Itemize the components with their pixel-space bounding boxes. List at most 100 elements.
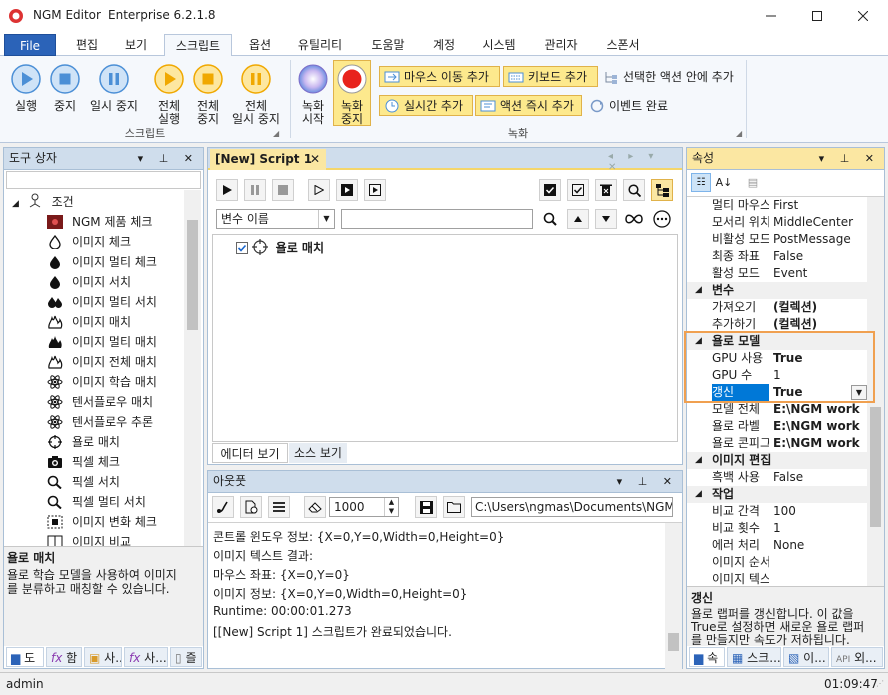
property-row[interactable]: 최종 좌표 False [687, 248, 873, 265]
property-row[interactable]: 활성 모드 Event [687, 265, 873, 282]
bottom-tab-user-functions[interactable]: fx 사... [124, 647, 168, 667]
property-row[interactable]: 추가하기 (컬렉션) [687, 316, 873, 333]
tab-utility[interactable]: 유틸리티 [288, 34, 352, 56]
bottom-tab-user[interactable]: ▣ 사... [84, 647, 122, 667]
tab-system[interactable]: 시스템 [474, 34, 524, 56]
tab-file[interactable]: File [4, 34, 56, 56]
panel-header-buttons[interactable]: ▾ ⊥ ✕ [617, 471, 678, 492]
tab-nav-arrows-icon[interactable]: ◂ ▸ ▾ ✕ [608, 151, 682, 173]
loop-button[interactable] [622, 209, 646, 229]
minimize-button[interactable] [748, 0, 794, 31]
run-all-button[interactable]: 전체 실행 [150, 62, 188, 126]
tab-options[interactable]: 옵션 [238, 34, 282, 56]
pause-script-button[interactable] [244, 179, 266, 201]
step-over-button[interactable] [364, 179, 386, 201]
output-scrollbar[interactable] [665, 523, 682, 669]
property-row[interactable]: 욜로 라벨 E:\NGM work [687, 418, 873, 435]
scrollbar-thumb[interactable] [187, 220, 198, 330]
checkbox-checked-icon[interactable] [236, 242, 248, 254]
line-count-stepper[interactable]: 1000 ▲ ▼ [329, 497, 399, 517]
categorized-view-button[interactable]: ☷ [691, 173, 711, 192]
property-row[interactable]: 가져오기 (컬렉션) [687, 299, 873, 316]
property-row[interactable]: 이미지 순서 [687, 554, 873, 571]
clear-capture-button[interactable] [212, 496, 234, 518]
tab-account[interactable]: 계정 [424, 34, 464, 56]
dialog-launcher-icon[interactable]: ◢ [736, 129, 742, 138]
bottom-tab-toolbox[interactable]: ▆ 도 [6, 647, 44, 667]
property-category[interactable]: ◢ 작업 [687, 486, 873, 503]
record-start-button[interactable]: 녹화 시작 [295, 62, 331, 126]
sort-alpha-button[interactable]: A↓ [714, 173, 734, 192]
more-options-button[interactable] [650, 209, 674, 229]
tab-source-view[interactable]: 소스 보기 [289, 443, 347, 463]
property-category[interactable]: ◢ 이미지 편집 [687, 452, 873, 469]
tab-script[interactable]: 스크립트 [164, 34, 232, 57]
bottom-tab-functions[interactable]: fx 함 [46, 647, 82, 667]
tab-help[interactable]: 도움말 [362, 34, 414, 56]
script-item-yolo-match[interactable]: 욜로 매치 [236, 239, 324, 257]
run-button[interactable]: 실행 [6, 62, 46, 122]
dropdown-arrow-icon[interactable]: ▼ [851, 385, 867, 400]
list-view-button[interactable] [268, 496, 290, 518]
add-action-now-button[interactable]: 액션 즉시 추가 [475, 95, 582, 116]
pause-all-button[interactable]: 전체 일시 중지 [228, 62, 284, 126]
resize-grip-icon[interactable]: ⋰ [876, 673, 884, 695]
tab-view[interactable]: 보기 [114, 34, 158, 56]
property-scrollbar[interactable] [867, 197, 884, 586]
property-row[interactable]: 욜로 콘피그 E:\NGM work [687, 435, 873, 452]
tab-editor-view[interactable]: 에디터 보기 [212, 443, 288, 463]
log-path-input[interactable]: C:\Users\ngmas\Documents\NGM6\ [471, 497, 673, 517]
add-mouse-move-button[interactable]: 마우스 이동 추가 [379, 66, 500, 87]
stepper-arrows-icon[interactable]: ▲ ▼ [384, 498, 398, 516]
eraser-button[interactable] [304, 496, 326, 518]
scrollbar-thumb[interactable] [870, 407, 881, 527]
panel-header-buttons[interactable]: ▾ ⊥ ✕ [138, 148, 199, 169]
pause-button[interactable]: 일시 중지 [86, 62, 142, 122]
record-stop-button[interactable]: 녹화 중지 [333, 60, 371, 126]
property-row[interactable]: 이미지 텍스트 [687, 571, 873, 586]
variable-search-button[interactable] [539, 209, 561, 229]
property-category[interactable]: ◢ 변수 [687, 282, 873, 299]
property-row[interactable]: 비교 간격 100 [687, 503, 873, 520]
scrollbar-thumb[interactable] [668, 633, 679, 651]
property-row[interactable]: 모서리 위치 MiddleCenter [687, 214, 873, 231]
open-folder-button[interactable] [443, 496, 465, 518]
bottom-tab-external[interactable]: API 외... [831, 647, 883, 667]
check-toggle-button[interactable] [567, 179, 589, 201]
panel-header-buttons[interactable]: ▾ ⊥ ✕ [819, 148, 880, 169]
maximize-button[interactable] [794, 0, 840, 31]
event-done-button[interactable]: 이벤트 완료 [587, 95, 687, 116]
property-row[interactable]: 갱신 True ▼ [687, 384, 873, 401]
property-row[interactable]: 흑백 사용 False [687, 469, 873, 486]
check-all-button[interactable] [539, 179, 561, 201]
find-button[interactable] [623, 179, 645, 201]
move-up-button[interactable] [567, 209, 589, 229]
property-row[interactable]: 비교 횟수 1 [687, 520, 873, 537]
play-script-button[interactable] [216, 179, 238, 201]
property-row[interactable]: GPU 수 1 [687, 367, 873, 384]
tree-view-button[interactable] [651, 179, 673, 201]
save-log-button[interactable] [415, 496, 437, 518]
property-row[interactable]: 모델 전체 E:\NGM work [687, 401, 873, 418]
stop-button[interactable]: 중지 [46, 62, 84, 122]
bottom-tab-image[interactable]: ▧ 이... [783, 647, 829, 667]
stop-script-button[interactable] [272, 179, 294, 201]
property-category[interactable]: ◢ 욜로 모델 [687, 333, 873, 350]
step-into-button[interactable] [336, 179, 358, 201]
stop-all-button[interactable]: 전체 중지 [189, 62, 227, 126]
property-row[interactable]: 비활성 모드 PostMessage [687, 231, 873, 248]
toolbox-search-input[interactable] [6, 171, 201, 189]
step-button[interactable] [308, 179, 330, 201]
bottom-tab-script[interactable]: ▦ 스크... [727, 647, 781, 667]
toolbox-scrollbar[interactable] [184, 190, 201, 546]
property-row[interactable]: 멀티 마우스 First [687, 197, 873, 214]
dialog-launcher-icon[interactable]: ◢ [273, 129, 279, 138]
add-into-selected-button[interactable]: 선택한 액션 안에 추가 [601, 66, 751, 87]
variable-value-input[interactable] [341, 209, 533, 229]
add-realtime-button[interactable]: 실시간 추가 [379, 95, 473, 116]
tab-admin[interactable]: 관리자 [536, 34, 586, 56]
tab-sponsor[interactable]: 스폰서 [598, 34, 648, 56]
close-tab-icon[interactable]: ✕ [310, 149, 320, 170]
tab-edit[interactable]: 편집 [64, 34, 110, 56]
property-pages-button[interactable]: ▤ [743, 173, 763, 192]
